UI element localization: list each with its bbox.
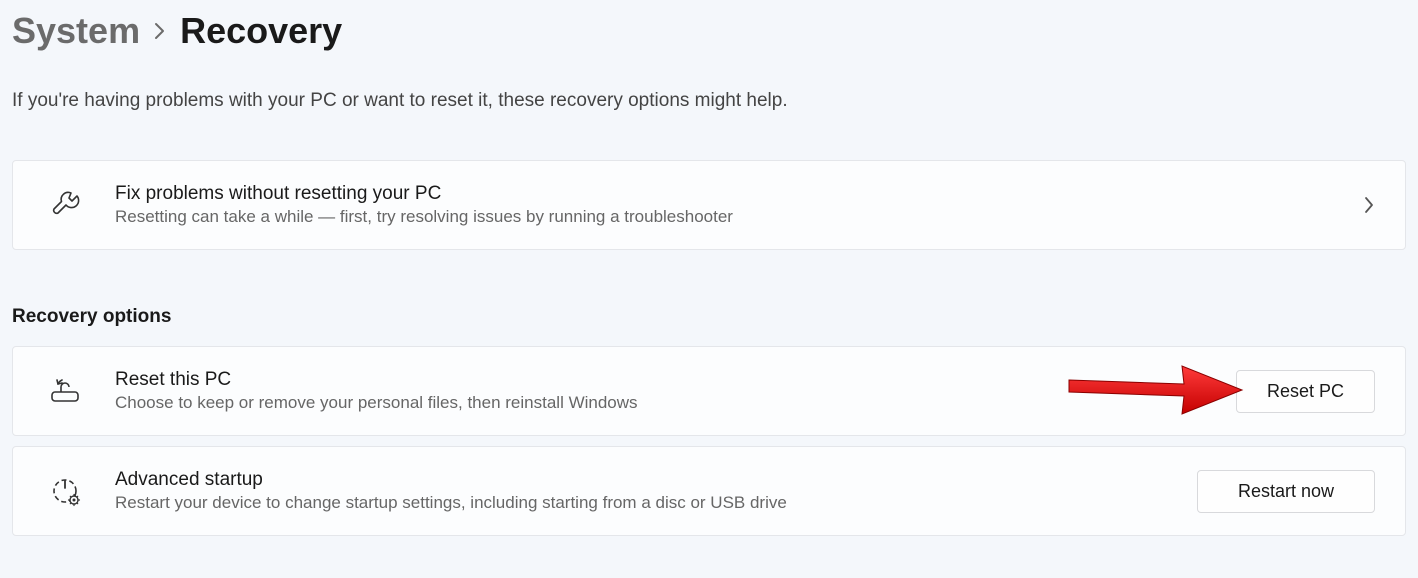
breadcrumb-parent[interactable]: System [12,10,140,52]
fix-problems-desc: Resetting can take a while — first, try … [115,207,1343,227]
intro-text: If you're having problems with your PC o… [12,90,1406,112]
advanced-startup-title: Advanced startup [115,469,1177,491]
fix-problems-title: Fix problems without resetting your PC [115,183,1343,205]
page-title: Recovery [180,10,342,52]
recovery-options-header: Recovery options [12,306,1406,328]
chevron-right-icon [154,22,166,40]
advanced-startup-icon [47,472,85,510]
reset-this-pc-desc: Choose to keep or remove your personal f… [115,393,1216,413]
wrench-icon [47,186,85,224]
advanced-startup-desc: Restart your device to change startup se… [115,493,1177,513]
restart-now-button[interactable]: Restart now [1197,470,1375,513]
fix-problems-card[interactable]: Fix problems without resetting your PC R… [12,160,1406,250]
reset-this-pc-title: Reset this PC [115,369,1216,391]
advanced-startup-card: Advanced startup Restart your device to … [12,446,1406,536]
breadcrumb: System Recovery [12,10,1406,52]
reset-pc-button[interactable]: Reset PC [1236,370,1375,413]
chevron-right-icon [1363,195,1375,215]
reset-icon [47,372,85,410]
reset-this-pc-card: Reset this PC Choose to keep or remove y… [12,346,1406,436]
